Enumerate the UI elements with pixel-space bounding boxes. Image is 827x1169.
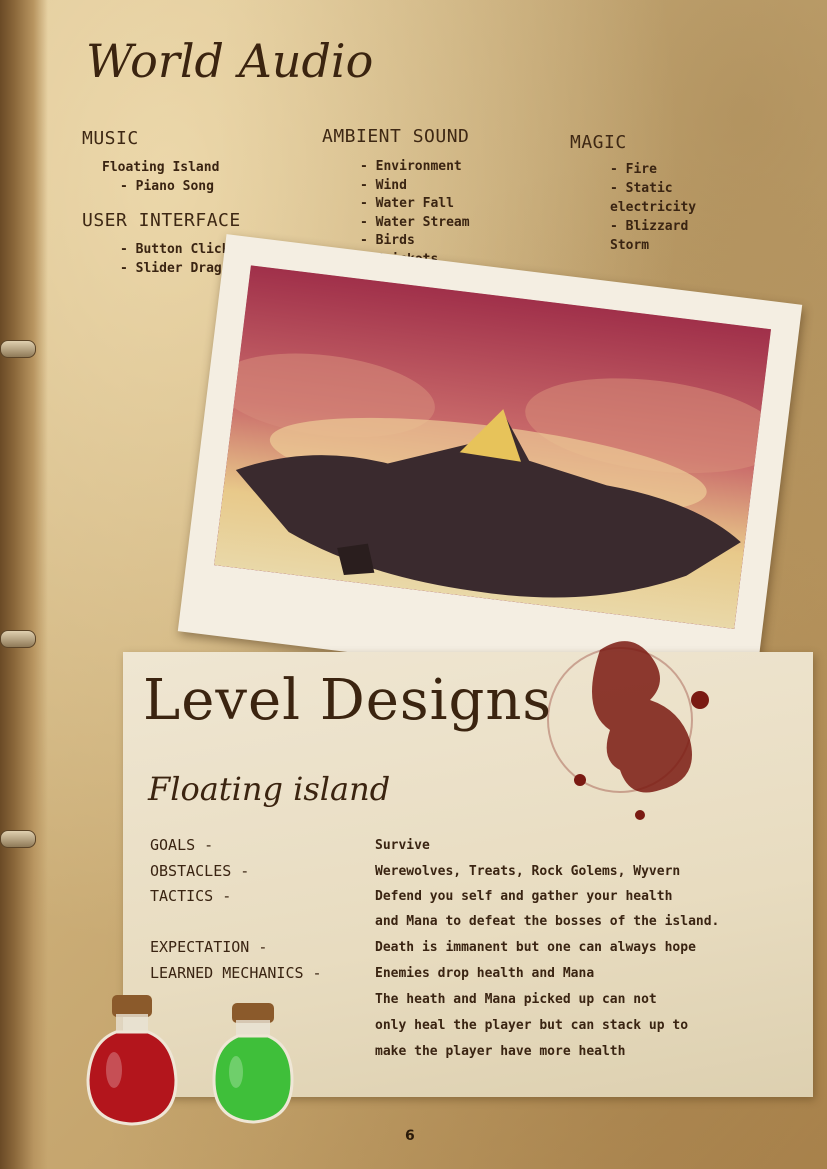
section-title: Level Designs bbox=[143, 668, 553, 733]
floating-island-image bbox=[214, 265, 772, 629]
notebook-binding bbox=[0, 0, 48, 1169]
list-item: - Birds bbox=[360, 233, 415, 248]
learned-mechanics-value-line: only heal the player but can stack up to bbox=[375, 1018, 689, 1033]
list-item: - Environment bbox=[360, 159, 462, 174]
list-item: Storm bbox=[610, 238, 650, 253]
obstacles-value: Werewolves, Treats, Rock Golems, Wyvern bbox=[375, 864, 681, 879]
ambient-sound-heading: AMBIENT SOUND bbox=[322, 126, 470, 147]
list-item: - Blizzard bbox=[610, 219, 689, 234]
tactics-value-line: and Mana to defeat the bosses of the isl… bbox=[375, 914, 720, 929]
binding-ring bbox=[0, 340, 36, 358]
list-item: - Piano Song bbox=[120, 179, 214, 194]
page-number: 6 bbox=[405, 1128, 415, 1144]
learned-mechanics-value-line: The heath and Mana picked up can not bbox=[375, 992, 657, 1007]
list-item: - Water Stream bbox=[360, 214, 470, 230]
user-interface-list: - Button Click - Slider Drag bbox=[120, 240, 230, 278]
page-title: World Audio bbox=[86, 34, 374, 88]
red-potion-icon bbox=[86, 995, 178, 1126]
binding-ring bbox=[0, 830, 36, 848]
magic-list: - Fire - Static electricity - Blizzard S… bbox=[610, 160, 696, 255]
goals-value: Survive bbox=[375, 838, 430, 853]
wine-stain bbox=[547, 641, 709, 820]
music-list: Floating Island - Piano Song bbox=[102, 158, 219, 196]
list-item: electricity bbox=[610, 200, 697, 215]
expectation-label: EXPECTATION - bbox=[150, 938, 268, 956]
binding-ring bbox=[0, 630, 36, 648]
list-item: - Water Fall bbox=[360, 196, 454, 211]
floating-island-illustration bbox=[214, 265, 772, 629]
level-subtitle: Floating island bbox=[148, 770, 391, 808]
list-item: - Fire bbox=[610, 162, 657, 177]
music-heading: MUSIC bbox=[82, 128, 139, 149]
goals-label: GOALS - bbox=[150, 836, 214, 854]
list-item: - Wind bbox=[360, 177, 407, 193]
tactics-label: TACTICS - bbox=[150, 887, 232, 905]
learned-mechanics-value-line: Enemies drop health and Mana bbox=[375, 966, 595, 981]
green-potion-icon bbox=[212, 1003, 294, 1124]
list-item: - Button Click bbox=[120, 242, 230, 257]
tactics-value-line: Defend you self and gather your health bbox=[375, 889, 673, 904]
user-interface-heading: USER INTERFACE bbox=[82, 210, 241, 231]
learned-mechanics-label: LEARNED MECHANICS - bbox=[150, 964, 322, 982]
list-item: - Slider Drag bbox=[120, 261, 222, 276]
list-item: - Static bbox=[610, 181, 673, 196]
expectation-value: Death is immanent but one can always hop… bbox=[375, 940, 696, 955]
magic-heading: MAGIC bbox=[570, 132, 627, 153]
list-item: Floating Island bbox=[102, 160, 220, 175]
learned-mechanics-value-line: make the player have more health bbox=[375, 1044, 626, 1059]
obstacles-label: OBSTACLES - bbox=[150, 862, 250, 880]
